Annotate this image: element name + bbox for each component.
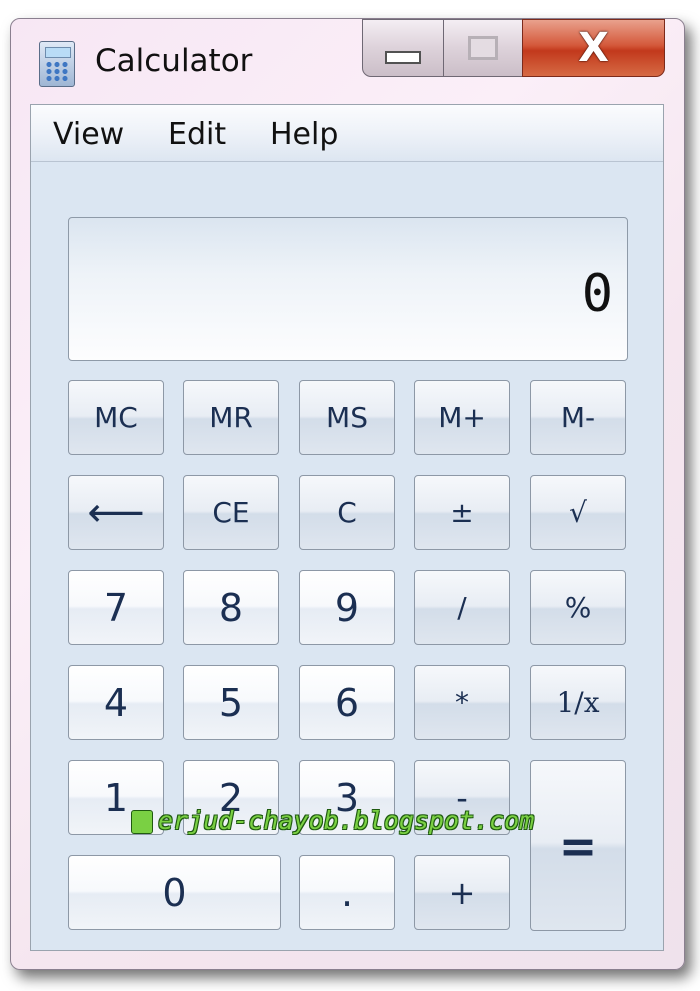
caption-buttons: X <box>362 19 665 77</box>
menu-help[interactable]: Help <box>270 117 338 152</box>
minimize-icon <box>385 50 421 64</box>
reciprocal-button[interactable]: 1/x <box>530 665 626 740</box>
negate-button[interactable]: ± <box>414 475 510 550</box>
add-button[interactable]: + <box>414 855 510 930</box>
minimize-button[interactable] <box>362 19 444 77</box>
digit-4-button[interactable]: 4 <box>68 665 164 740</box>
display-value: 0 <box>581 264 613 324</box>
clear-button[interactable]: C <box>299 475 395 550</box>
icon-keys <box>45 61 69 81</box>
memory-subtract-button[interactable]: M- <box>530 380 626 455</box>
backspace-icon: ⟵ <box>87 489 145 536</box>
backspace-button[interactable]: ⟵ <box>68 475 164 550</box>
close-button[interactable]: X <box>522 19 665 77</box>
digit-8-button[interactable]: 8 <box>183 570 279 645</box>
clear-entry-button[interactable]: CE <box>183 475 279 550</box>
digit-9-button[interactable]: 9 <box>299 570 395 645</box>
digit-0-button[interactable]: 0 <box>68 855 281 930</box>
menu-bar: View Edit Help <box>31 105 663 162</box>
icon-screen <box>45 47 71 58</box>
maximize-button[interactable] <box>443 19 523 77</box>
result-display: 0 <box>68 217 628 361</box>
watermark-icon <box>131 810 153 834</box>
digit-5-button[interactable]: 5 <box>183 665 279 740</box>
close-icon: X <box>578 25 609 71</box>
menu-edit[interactable]: Edit <box>168 117 226 152</box>
digit-7-button[interactable]: 7 <box>68 570 164 645</box>
memory-clear-button[interactable]: MC <box>68 380 164 455</box>
window-title: Calculator <box>95 43 253 79</box>
multiply-button[interactable]: * <box>414 665 510 740</box>
percent-button[interactable]: % <box>530 570 626 645</box>
square-root-button[interactable]: √ <box>530 475 626 550</box>
divide-button[interactable]: / <box>414 570 510 645</box>
menu-view[interactable]: View <box>53 117 124 152</box>
memory-store-button[interactable]: MS <box>299 380 395 455</box>
equals-button[interactable]: = <box>530 760 626 931</box>
maximize-icon <box>468 36 498 60</box>
decimal-button[interactable]: . <box>299 855 395 930</box>
calculator-icon[interactable] <box>39 41 75 87</box>
digit-6-button[interactable]: 6 <box>299 665 395 740</box>
memory-add-button[interactable]: M+ <box>414 380 510 455</box>
memory-recall-button[interactable]: MR <box>183 380 279 455</box>
watermark-text: erjud-chayob.blogspot.com <box>158 806 535 835</box>
